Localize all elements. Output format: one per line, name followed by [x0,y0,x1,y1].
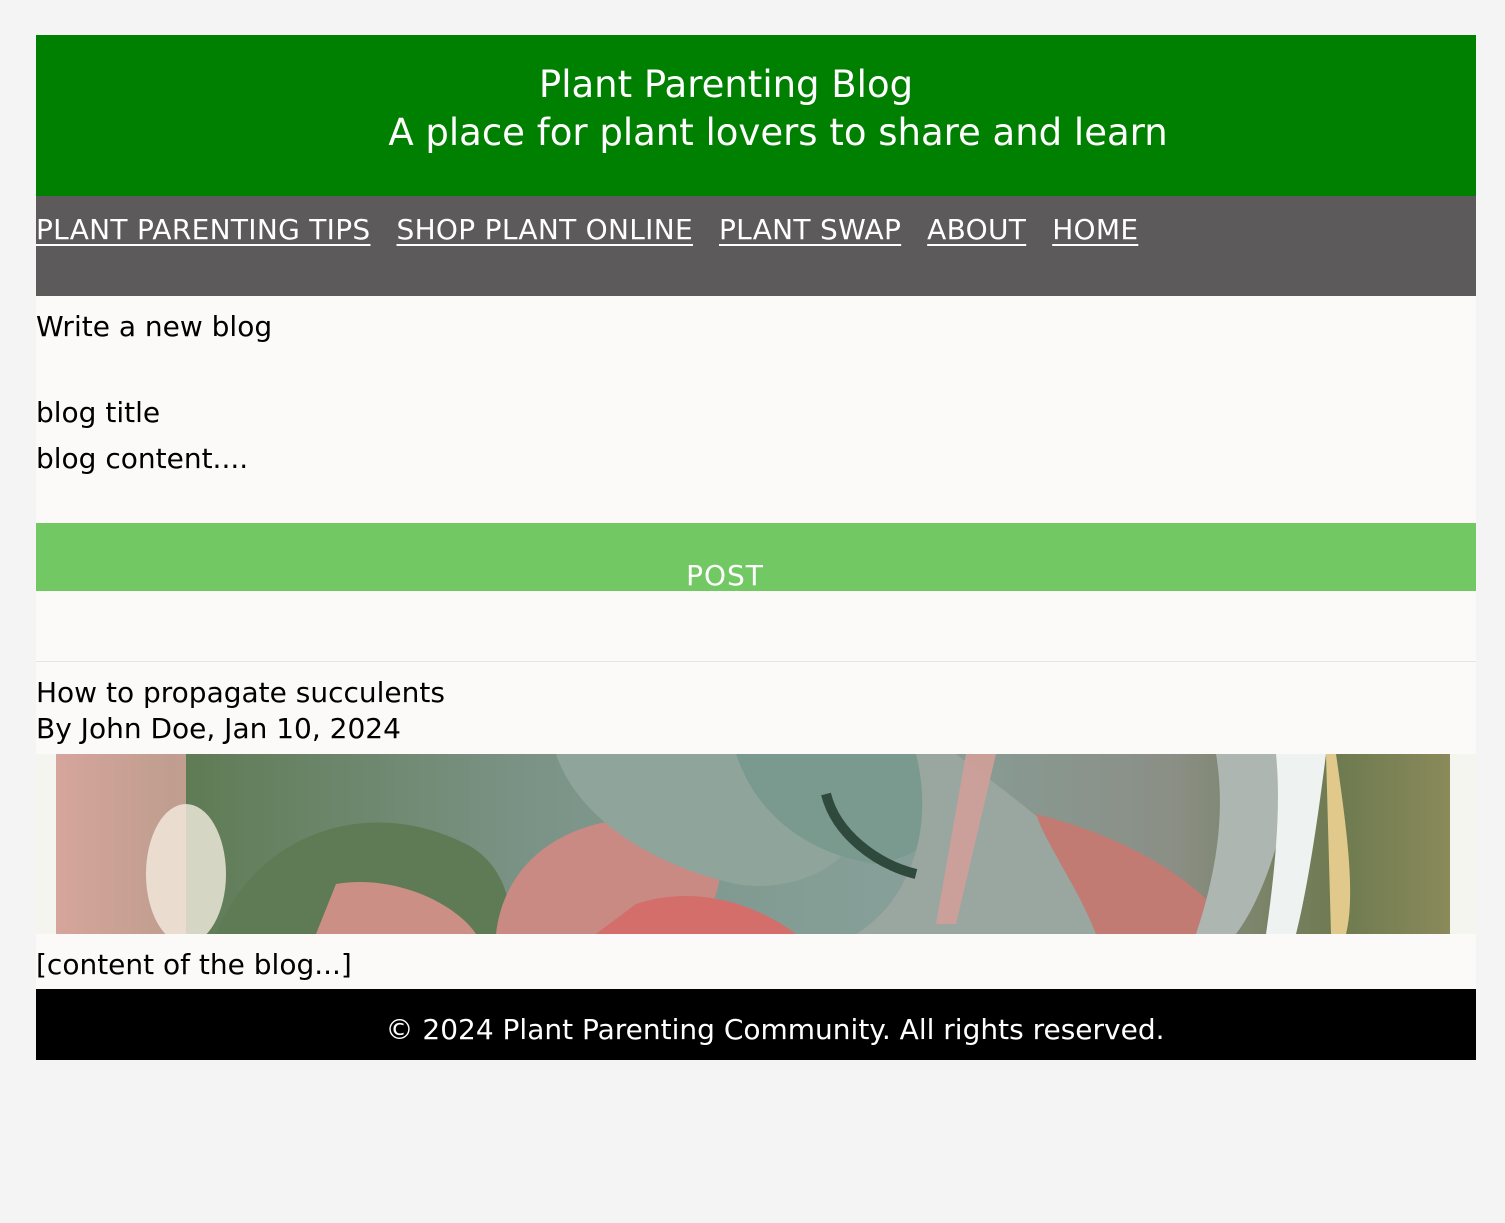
nav-item: HOME [1052,213,1138,246]
post-button[interactable]: POST [36,523,1476,592]
post-meta: By John Doe, Jan 10, 2024 [36,712,401,745]
new-blog-heading: Write a new blog [36,310,273,343]
nav-item: PLANT SWAP [719,213,901,246]
footer-copyright: © 2024 Plant Parenting Community. All ri… [385,1013,1165,1046]
page: Plant Parenting Blog A place for plant l… [36,35,1476,1060]
post-button-label: POST [686,559,764,592]
nav-link-plant-parenting-tips[interactable]: PLANT PARENTING TIPS [36,213,371,246]
nav-item: SHOP PLANT ONLINE [397,213,693,246]
nav-link-shop-plant-online[interactable]: SHOP PLANT ONLINE [397,213,693,246]
nav-link-home[interactable]: HOME [1052,213,1138,246]
main-content: Write a new blog POST How to propagate s… [36,296,1476,989]
nav-link-plant-swap[interactable]: PLANT SWAP [719,213,901,246]
post-body: [content of the blog...] [36,948,352,981]
nav-item: ABOUT [927,213,1026,246]
nav-list: PLANT PARENTING TIPS SHOP PLANT ONLINE P… [36,213,1164,246]
succulent-photo-graphic [36,754,1476,934]
succulent-photo [36,754,1476,934]
nav-item: PLANT PARENTING TIPS [36,213,371,246]
site-tagline: A place for plant lovers to share and le… [388,111,1168,154]
post-title[interactable]: How to propagate succulents [36,676,445,709]
blog-post: How to propagate succulents By John Doe,… [36,662,1476,989]
site-header: Plant Parenting Blog A place for plant l… [36,35,1476,201]
main-nav: PLANT PARENTING TIPS SHOP PLANT ONLINE P… [36,196,1476,296]
site-title: Plant Parenting Blog [538,63,914,106]
blog-title-input[interactable] [36,392,636,432]
nav-link-about[interactable]: ABOUT [927,213,1026,246]
new-blog-form: Write a new blog POST [36,296,1476,662]
blog-content-input[interactable] [36,442,636,486]
site-footer: © 2024 Plant Parenting Community. All ri… [36,989,1476,1060]
